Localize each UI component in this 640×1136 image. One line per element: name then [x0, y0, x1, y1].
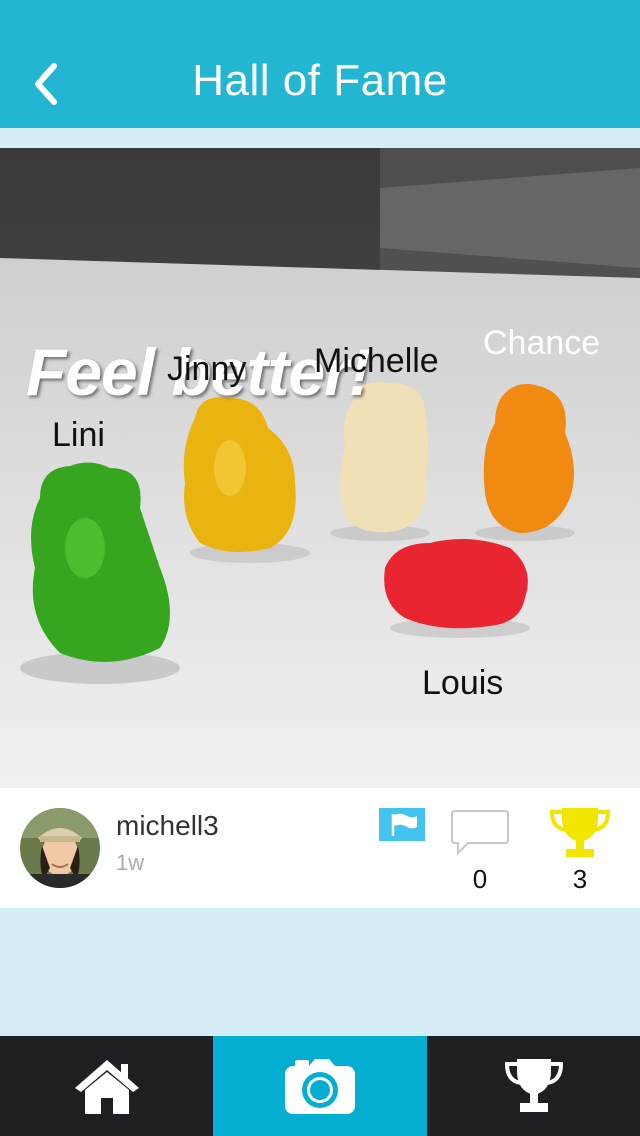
photo-scene: [0, 148, 640, 788]
page-title: Hall of Fame: [192, 56, 448, 105]
bear-label-chance: Chance: [483, 324, 601, 362]
header-bar: Hall of Fame: [0, 0, 640, 128]
tab-bar: [0, 1036, 640, 1136]
flag-icon: [379, 808, 425, 841]
comment-count: 0: [472, 864, 488, 894]
header-spacer: [0, 128, 640, 148]
trophy-icon: [504, 1059, 563, 1112]
tab-home[interactable]: [0, 1036, 213, 1136]
trophy-icon: [549, 808, 611, 857]
report-button[interactable]: [379, 808, 425, 841]
bear-label-jinny: Jinny: [167, 350, 247, 388]
trophy-count: 3: [572, 864, 588, 894]
speech-bubble-icon: [451, 810, 509, 856]
camera-icon: [285, 1059, 355, 1114]
comment-button[interactable]: [450, 808, 510, 856]
post-username[interactable]: michell3: [116, 810, 219, 842]
home-icon: [74, 1060, 139, 1114]
post-info-bar: michell3 1w 0 3: [0, 788, 640, 908]
avatar[interactable]: [20, 808, 100, 888]
avatar-image: [20, 808, 100, 888]
red-gummy-bear: [384, 539, 530, 638]
post-time-ago: 1w: [116, 850, 145, 875]
tab-camera[interactable]: [213, 1036, 427, 1136]
bear-label-louis: Louis: [422, 664, 504, 702]
post-photo[interactable]: Feel better! Lini Jinny Michelle Chance …: [0, 148, 640, 788]
tab-hall-of-fame[interactable]: [427, 1036, 640, 1136]
bear-label-michelle: Michelle: [314, 342, 439, 380]
award-button[interactable]: [548, 806, 612, 860]
bear-label-lini: Lini: [52, 416, 105, 454]
